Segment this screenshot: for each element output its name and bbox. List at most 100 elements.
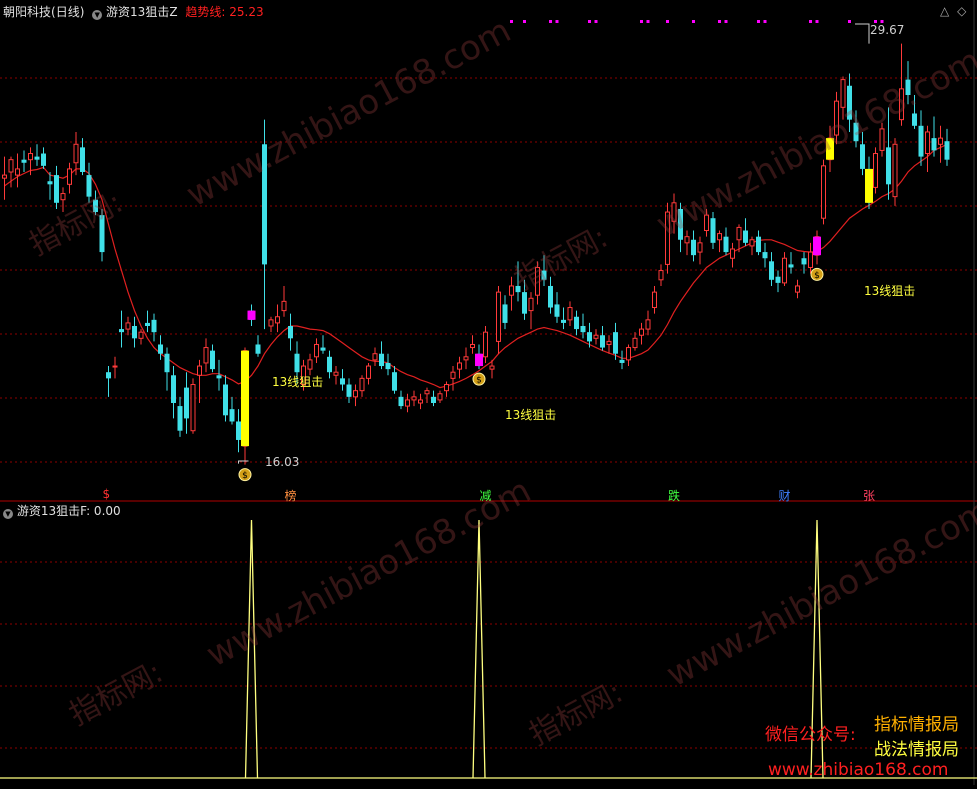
sub-spike <box>472 519 486 779</box>
event-mark[interactable]: $ <box>103 487 111 501</box>
top-dot-marker <box>594 20 598 23</box>
candle-body-up <box>938 137 943 145</box>
top-dot-marker <box>724 20 728 23</box>
collapse-triangle-icon[interactable]: ▼ <box>92 10 103 20</box>
candle-body-down <box>613 332 618 354</box>
top-dot-marker <box>549 20 552 23</box>
candle-body-up <box>567 307 573 321</box>
top-dot-marker <box>640 20 643 23</box>
candle-body-down <box>340 378 345 385</box>
period-label[interactable]: (日线) <box>51 5 84 19</box>
sub-collapse-icon[interactable]: ▼ <box>3 509 13 519</box>
candle-body-up <box>275 316 280 324</box>
event-mark[interactable]: 张 <box>863 487 875 504</box>
event-mark[interactable]: 跌 <box>668 487 680 504</box>
candle-body-up <box>496 291 501 342</box>
candle-body-down <box>164 353 170 373</box>
top-dot-marker <box>763 20 767 23</box>
candle-body-down <box>132 326 137 339</box>
signal-bar-yellow <box>865 168 873 203</box>
candle-body-down <box>502 304 508 323</box>
candle-body-down <box>561 319 566 323</box>
candle-body-up <box>509 285 514 296</box>
candle-body-down <box>216 375 222 379</box>
candle-body-down <box>691 239 696 256</box>
signal-label-2: 13线狙击 <box>505 408 557 422</box>
candle-body-up <box>405 399 410 407</box>
high-pointer <box>855 23 870 44</box>
candle-body-up <box>593 334 599 339</box>
candle-body-up <box>125 322 131 330</box>
candle-body-up <box>697 242 703 253</box>
candle-body-up <box>366 365 371 379</box>
diamond-icon[interactable]: ◇ <box>957 4 966 18</box>
candle-body-down <box>918 125 924 157</box>
sub-indicator-name[interactable]: 游资13狙击F <box>17 504 86 518</box>
candle-body-up <box>138 331 144 339</box>
window-controls: △ ◇ <box>940 4 966 18</box>
candle-body-down <box>177 406 183 431</box>
candle-body-down <box>775 276 781 283</box>
candle-body-down <box>106 372 111 379</box>
candle-body-up <box>782 257 787 284</box>
event-mark[interactable]: 榜 <box>285 487 297 504</box>
sub-indicator-value: : 0.00 <box>86 504 121 518</box>
candle-body-up <box>112 365 118 368</box>
promo-wechat: 微信公众号: <box>765 725 856 745</box>
candle-body-up <box>411 396 417 401</box>
candle-body-up <box>15 168 20 176</box>
candle-body-down <box>762 252 768 259</box>
indicator-name[interactable]: 游资13狙击Z <box>106 5 178 19</box>
top-dot-marker <box>555 20 559 23</box>
top-dot-marker <box>523 20 526 23</box>
candle-body-down <box>41 153 46 166</box>
stock-name[interactable]: 朝阳科技 <box>3 5 51 19</box>
signal-label-3: 13线狙击 <box>864 284 916 298</box>
top-dot-marker <box>848 20 851 23</box>
candle-body-down <box>619 359 625 363</box>
candle-body-down <box>21 159 27 163</box>
candle-body-down <box>743 230 748 243</box>
candle-body-down <box>151 319 157 333</box>
signal-bar-magenta <box>247 310 256 320</box>
candle-body-up <box>730 248 735 259</box>
candle-body-down <box>158 344 163 354</box>
collapse-up-icon[interactable]: △ <box>940 4 949 18</box>
candle-body-up <box>717 233 722 241</box>
candle-body-up <box>483 331 488 358</box>
candle-body-up <box>457 362 462 370</box>
candle-body-up <box>808 251 813 268</box>
candle-body-up <box>437 393 443 401</box>
candle-body-down <box>294 353 300 373</box>
candle-body-down <box>379 353 384 367</box>
promo-line1: 指标情报局 <box>874 715 959 735</box>
high-price-label: 29.67 <box>870 23 905 37</box>
candle-body-down <box>886 147 891 185</box>
candle-body-down <box>184 387 189 419</box>
top-dot-marker <box>809 20 812 23</box>
candle-body-up <box>606 340 612 345</box>
candle-body-down <box>931 138 937 151</box>
money-bag-icon: $ <box>238 468 252 482</box>
signal-bar-magenta <box>475 353 483 367</box>
candle-body-up <box>197 365 202 376</box>
candle-body-up <box>639 328 644 336</box>
candle-body-up <box>333 371 339 376</box>
promo-site: www.zhibiao168.com <box>768 760 949 780</box>
candle-body-down <box>47 181 53 185</box>
candle-body-up <box>626 347 631 361</box>
money-bag-icon: $ <box>810 267 824 281</box>
candle-body-up <box>314 343 319 358</box>
candle-body-down <box>431 396 436 403</box>
candle-body-up <box>73 143 79 164</box>
candle-body-up <box>749 239 755 247</box>
candle-body-up <box>873 153 878 188</box>
promo-line2: 战法情报局 <box>874 740 959 760</box>
candle-body-down <box>229 409 235 422</box>
main-header: 朝阳科技(日线) ▼ 游资13狙击Z 趋势线: 25.23 <box>3 5 264 20</box>
event-mark[interactable]: 财 <box>779 487 791 504</box>
candle-body-up <box>736 226 742 241</box>
top-dot-marker <box>757 20 760 23</box>
candle-body-down <box>346 384 352 397</box>
candle-body-down <box>145 322 150 326</box>
